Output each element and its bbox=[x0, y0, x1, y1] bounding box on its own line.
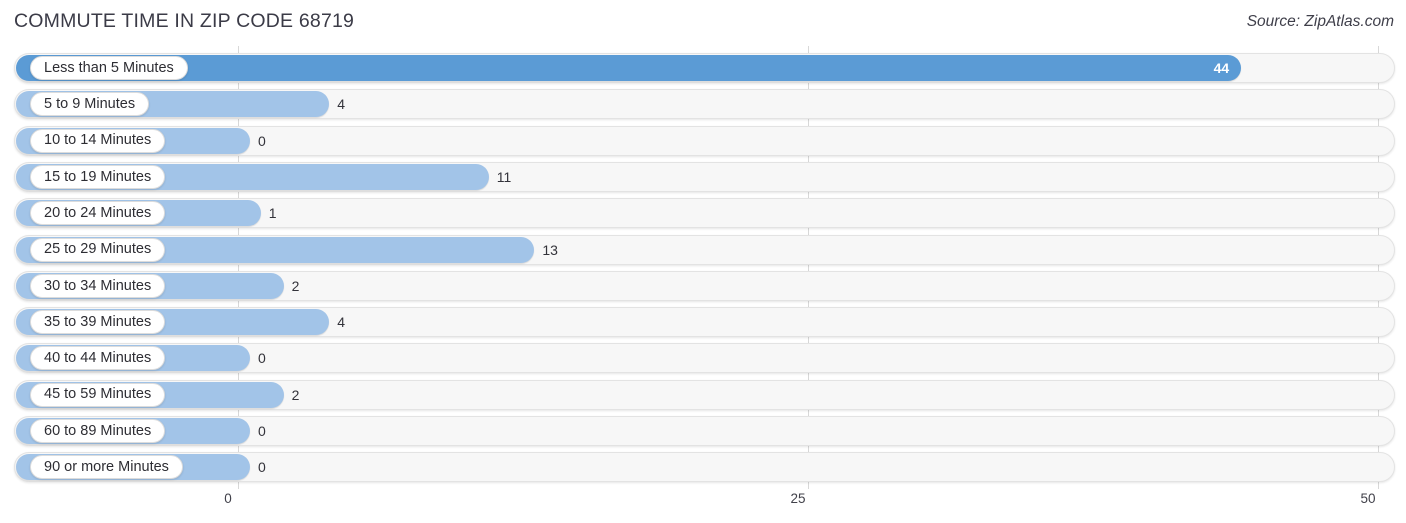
x-axis-tick-label: 50 bbox=[1360, 491, 1376, 506]
bar-category-label: 40 to 44 Minutes bbox=[44, 350, 152, 367]
bar-value-label: 0 bbox=[258, 423, 266, 439]
bar-category-pill[interactable]: 20 to 24 Minutes bbox=[30, 201, 166, 226]
bar-category-label: 5 to 9 Minutes bbox=[44, 96, 136, 113]
bar-row[interactable]: 25 to 29 Minutes 13 bbox=[14, 234, 1395, 265]
bar-value-label: 0 bbox=[258, 132, 266, 149]
bar-category-label: 30 to 34 Minutes bbox=[44, 277, 152, 294]
bar-row[interactable]: 45 to 59 Minutes 2 bbox=[14, 379, 1395, 410]
commute-time-bar-chart: COMMUTE TIME IN ZIP CODE 68719 Source: Z… bbox=[0, 0, 1406, 523]
bar-row[interactable]: 5 to 9 Minutes 4 bbox=[14, 89, 1395, 120]
bar-category-label: 45 to 59 Minutes bbox=[44, 386, 152, 403]
bar-value-label: 1 bbox=[268, 205, 277, 222]
bar-row[interactable]: Less than 5 Minutes 44 bbox=[14, 53, 1395, 83]
page-title: COMMUTE TIME IN ZIP CODE 68719 bbox=[14, 10, 355, 32]
bar-category-pill[interactable]: 15 to 19 Minutes bbox=[30, 164, 166, 189]
bar-value-label: 44 bbox=[1213, 60, 1230, 76]
bar-category-label: 10 to 14 Minutes bbox=[44, 132, 152, 149]
x-axis: 0 25 50 bbox=[0, 489, 1406, 523]
bar-row[interactable]: 90 or more Minutes 0 bbox=[14, 452, 1395, 483]
bar-category-pill[interactable]: Less than 5 Minutes bbox=[30, 56, 188, 80]
bar-category-label: 25 to 29 Minutes bbox=[44, 241, 152, 258]
bar-value-label: 2 bbox=[291, 277, 300, 294]
bar-value-label: 4 bbox=[337, 96, 345, 113]
bar-category-pill[interactable]: 30 to 34 Minutes bbox=[30, 273, 166, 298]
bar[interactable] bbox=[16, 55, 1242, 81]
bar-value-label: 11 bbox=[496, 168, 512, 185]
bar-category-pill[interactable]: 45 to 59 Minutes bbox=[30, 382, 166, 407]
bar-row[interactable]: 35 to 39 Minutes 4 bbox=[14, 307, 1395, 338]
bar-category-label: 15 to 19 Minutes bbox=[44, 168, 152, 185]
x-axis-tick-label: 0 bbox=[224, 491, 232, 506]
bar-value-label: 0 bbox=[258, 350, 266, 367]
bar-value-label: 4 bbox=[337, 314, 345, 331]
bar-category-label: 35 to 39 Minutes bbox=[44, 313, 152, 330]
bar-value-label: 2 bbox=[291, 386, 300, 403]
bar-row[interactable]: 20 to 24 Minutes 1 bbox=[14, 198, 1395, 229]
bar-value-label: 13 bbox=[542, 241, 558, 258]
bar-category-pill[interactable]: 60 to 89 Minutes bbox=[30, 419, 166, 443]
bar-row[interactable]: 60 to 89 Minutes 0 bbox=[14, 416, 1395, 446]
bar-category-label: 60 to 89 Minutes bbox=[44, 422, 152, 439]
bar-row[interactable]: 40 to 44 Minutes 0 bbox=[14, 343, 1395, 374]
bar-category-label: 20 to 24 Minutes bbox=[44, 204, 152, 221]
bar-value-label: 0 bbox=[258, 459, 266, 476]
bar-row[interactable]: 10 to 14 Minutes 0 bbox=[14, 125, 1395, 156]
bar-row[interactable]: 30 to 34 Minutes 2 bbox=[14, 270, 1395, 301]
plot-area: Less than 5 Minutes 44 5 to 9 Minutes 4 10 t… bbox=[0, 46, 1406, 489]
bar-category-pill[interactable]: 90 or more Minutes bbox=[30, 455, 183, 480]
bar-category-pill[interactable]: 35 to 39 Minutes bbox=[30, 310, 166, 335]
bar-category-label: Less than 5 Minutes bbox=[44, 59, 174, 76]
bar-category-label: 90 or more Minutes bbox=[44, 459, 169, 476]
source-attribution: Source: ZipAtlas.com bbox=[1246, 13, 1394, 30]
bar-category-pill[interactable]: 5 to 9 Minutes bbox=[30, 92, 150, 117]
bar-row[interactable]: 15 to 19 Minutes 11 bbox=[14, 161, 1395, 192]
x-axis-tick-label: 25 bbox=[790, 491, 806, 506]
bar-category-pill[interactable]: 40 to 44 Minutes bbox=[30, 346, 166, 371]
bar-category-pill[interactable]: 25 to 29 Minutes bbox=[30, 237, 166, 262]
bar-category-pill[interactable]: 10 to 14 Minutes bbox=[30, 128, 166, 153]
